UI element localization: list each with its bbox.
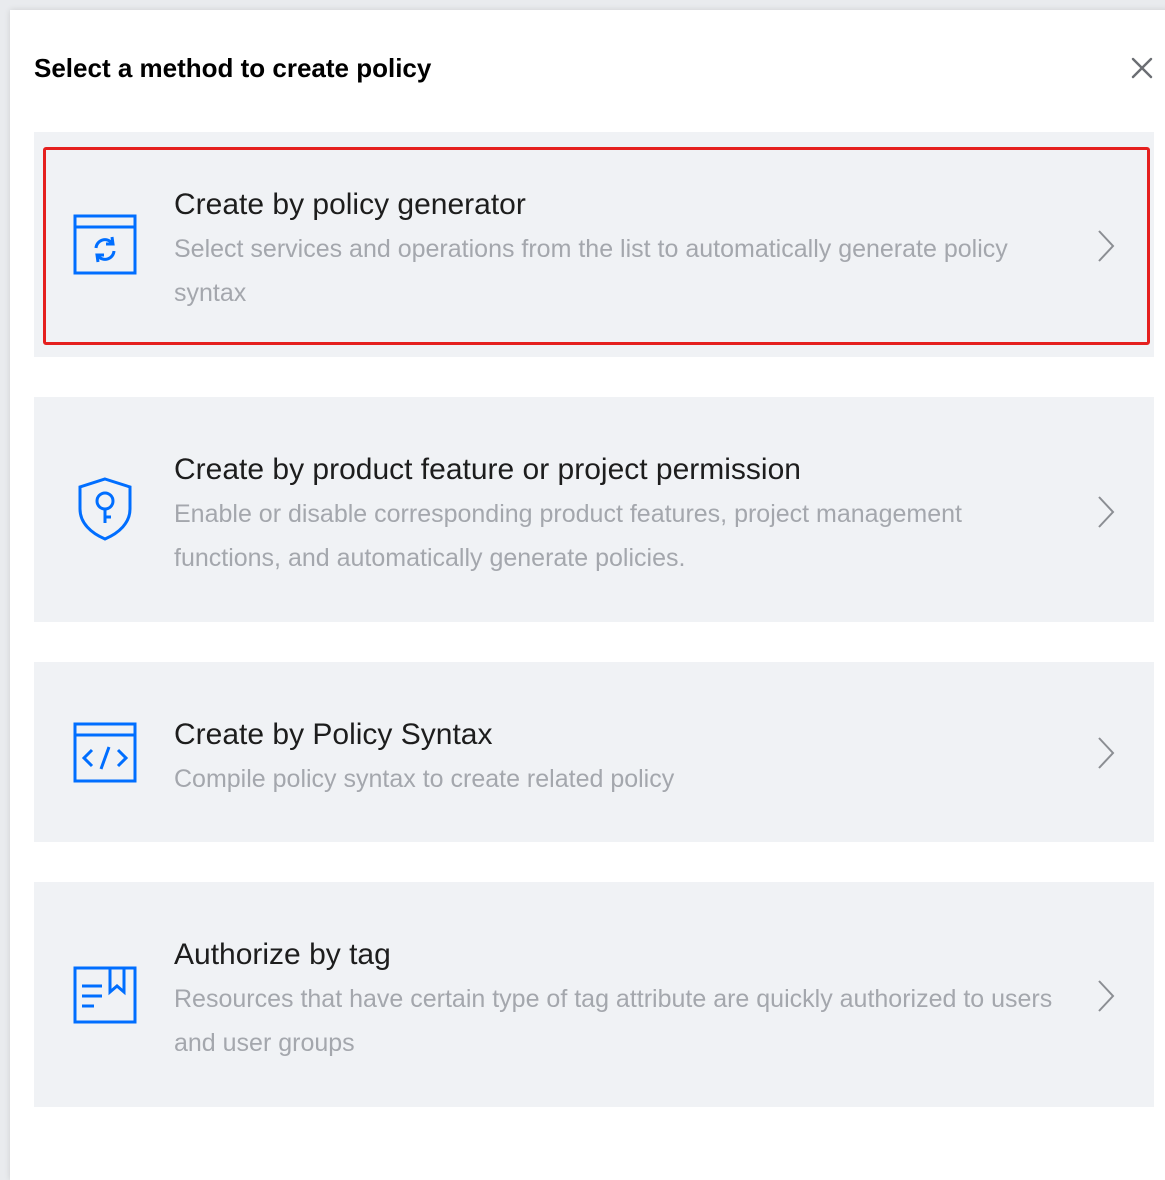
chevron-right-icon	[1098, 980, 1115, 1012]
dialog-title: Select a method to create policy	[34, 53, 432, 83]
close-icon	[1131, 57, 1153, 79]
create-policy-dialog: Select a method to create policy Create …	[10, 10, 1165, 1180]
shield-key-icon	[72, 475, 138, 541]
refresh-window-icon	[72, 213, 138, 279]
option-description: Enable or disable corresponding product …	[174, 500, 962, 572]
option-policy-generator[interactable]: Create by policy generator Select servic…	[34, 132, 1154, 357]
close-button[interactable]	[1130, 56, 1154, 80]
option-title: Create by product feature or project per…	[174, 453, 801, 486]
option-title: Create by policy generator	[174, 188, 526, 221]
option-description: Compile policy syntax to create related …	[174, 765, 675, 793]
tag-book-icon	[72, 962, 138, 1028]
chevron-right-icon	[1098, 496, 1115, 528]
code-window-icon	[72, 721, 138, 787]
option-product-feature[interactable]: Create by product feature or project per…	[34, 397, 1154, 622]
option-title: Create by Policy Syntax	[174, 718, 493, 751]
option-description: Resources that have certain type of tag …	[174, 985, 1053, 1057]
option-authorize-by-tag[interactable]: Authorize by tag Resources that have cer…	[34, 882, 1154, 1107]
option-title: Authorize by tag	[174, 938, 391, 971]
option-policy-syntax[interactable]: Create by Policy Syntax Compile policy s…	[34, 662, 1154, 842]
option-description: Select services and operations from the …	[174, 235, 1008, 307]
chevron-right-icon	[1098, 230, 1115, 262]
chevron-right-icon	[1098, 737, 1115, 769]
